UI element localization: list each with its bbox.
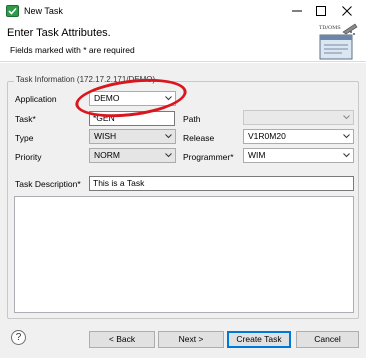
release-value: V1R0M20 bbox=[248, 131, 286, 141]
td-oms-logo-icon: TD/OMS bbox=[319, 23, 358, 60]
programmer-combo[interactable]: WIM bbox=[243, 148, 354, 163]
chevron-down-icon bbox=[343, 153, 350, 158]
priority-value: NORM bbox=[94, 150, 120, 160]
maximize-button[interactable] bbox=[308, 0, 334, 22]
logo-text: TD/OMS bbox=[319, 25, 341, 31]
cancel-button[interactable]: Cancel bbox=[296, 331, 359, 348]
minimize-button[interactable] bbox=[284, 0, 310, 22]
close-icon bbox=[342, 6, 352, 16]
chevron-down-icon bbox=[343, 134, 350, 139]
task-notes-textarea[interactable] bbox=[14, 196, 354, 313]
next-button[interactable]: Next > bbox=[158, 331, 224, 348]
help-button[interactable]: ? bbox=[11, 330, 26, 345]
app-icon bbox=[6, 5, 19, 17]
window-title: New Task bbox=[24, 6, 63, 16]
release-label: Release bbox=[183, 133, 215, 143]
type-combo[interactable]: WISH bbox=[89, 129, 176, 144]
task-description-field[interactable]: This is a Task bbox=[89, 176, 354, 191]
release-combo[interactable]: V1R0M20 bbox=[243, 129, 354, 144]
type-label: Type bbox=[15, 133, 34, 143]
back-button[interactable]: < Back bbox=[89, 331, 155, 348]
path-label: Path bbox=[183, 114, 201, 124]
create-task-button[interactable]: Create Task bbox=[227, 331, 291, 348]
close-button[interactable] bbox=[334, 0, 360, 22]
type-value: WISH bbox=[94, 131, 117, 141]
wizard-title: Enter Task Attributes. bbox=[7, 27, 111, 39]
programmer-value: WIM bbox=[248, 150, 266, 160]
task-label: Task* bbox=[15, 114, 36, 124]
task-description-label: Task Description* bbox=[15, 179, 81, 189]
chevron-down-icon bbox=[165, 134, 172, 139]
chevron-down-icon bbox=[343, 115, 350, 120]
wizard-subtitle: Fields marked with * are required bbox=[10, 45, 135, 55]
application-label: Application bbox=[15, 94, 57, 104]
chevron-down-icon bbox=[165, 153, 172, 158]
priority-label: Priority bbox=[15, 152, 42, 162]
maximize-icon bbox=[316, 6, 326, 16]
path-combo[interactable] bbox=[243, 110, 354, 125]
minimize-icon bbox=[292, 10, 302, 12]
programmer-label: Programmer* bbox=[183, 152, 234, 162]
priority-combo[interactable]: NORM bbox=[89, 148, 176, 163]
